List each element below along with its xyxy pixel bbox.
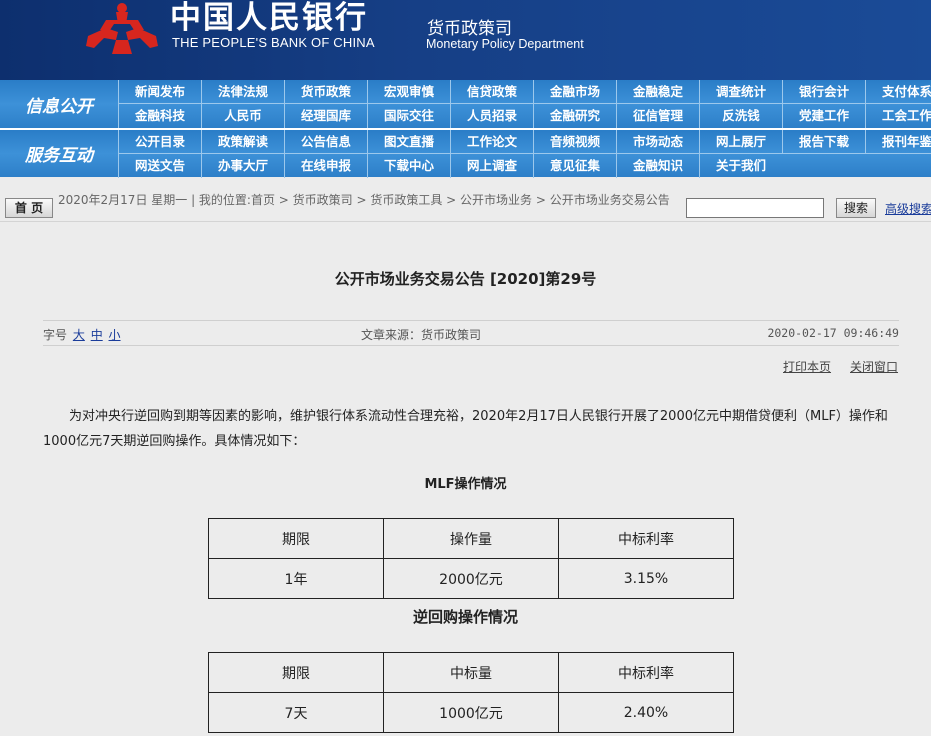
nav-item[interactable]: 调查统计 <box>699 80 782 104</box>
nav-item[interactable]: 公开目录 <box>118 130 201 154</box>
breadcrumb: 2020年2月17日 星期一 | 我的位置:首页 > 货币政策司 > 货币政策工… <box>58 193 670 207</box>
nav-row: 新闻发布 法律法规 货币政策 宏观审慎 信贷政策 金融市场 金融稳定 调查统计 银行会计 支付体系 <box>118 80 931 104</box>
mlf-heading: MLF操作情况 <box>424 477 507 492</box>
nav-item[interactable]: 金融科技 <box>118 104 201 128</box>
pboc-logo-icon[interactable] <box>86 2 158 56</box>
nav-item[interactable]: 网上调查 <box>450 154 533 178</box>
dept-name-en: Monetary Policy Department <box>426 37 584 51</box>
dept-name-cn: 货币政策司 <box>427 19 512 39</box>
nav-item[interactable]: 货币政策 <box>284 80 367 104</box>
main-nav: 信息公开 新闻发布 法律法规 货币政策 宏观审慎 信贷政策 金融市场 金融稳定 调查统计 银行会… <box>0 80 931 178</box>
nav-item[interactable]: 政策解读 <box>201 130 284 154</box>
nav-item[interactable]: 市场动态 <box>616 130 699 154</box>
nav-item[interactable]: 金融市场 <box>533 80 616 104</box>
table-header-cell: 期限 <box>208 518 384 559</box>
nav-item[interactable]: 工作论文 <box>450 130 533 154</box>
nav-item[interactable]: 党建工作 <box>782 104 865 128</box>
article-paragraph: 为对冲央行逆回购到期等因素的影响，维护银行体系流动性合理充裕，2020年2月17… <box>43 409 888 449</box>
nav-item[interactable]: 宏观审慎 <box>367 80 450 104</box>
table-row: 1年 2000亿元 3.15% <box>208 558 734 599</box>
reverse-repo-heading: 逆回购操作情况 <box>412 608 518 626</box>
home-button[interactable]: 首 页 <box>5 198 53 218</box>
nav-item[interactable]: 报刊年鉴 <box>865 130 931 154</box>
nav-item[interactable]: 新闻发布 <box>118 80 201 104</box>
close-window-link[interactable]: 关闭窗口 <box>850 358 898 375</box>
search-input[interactable] <box>686 198 824 218</box>
table-header-row: 期限 操作量 中标利率 <box>208 518 734 559</box>
nav-title-info: 信息公开 <box>25 96 93 117</box>
nav-item[interactable]: 支付体系 <box>865 80 931 104</box>
nav-item[interactable]: 网上展厅 <box>699 130 782 154</box>
nav-item[interactable]: 图文直播 <box>367 130 450 154</box>
table-cell: 3.15% <box>558 558 734 599</box>
table-cell: 2000亿元 <box>383 558 559 599</box>
nav-item[interactable]: 信贷政策 <box>450 80 533 104</box>
nav-item[interactable]: 报告下载 <box>782 130 865 154</box>
advanced-search-link[interactable]: 高级搜索 <box>885 200 931 217</box>
nav-item[interactable]: 人民币 <box>201 104 284 128</box>
nav-item[interactable]: 工会工作 <box>865 104 931 128</box>
bank-name-en: THE PEOPLE'S BANK OF CHINA <box>172 35 375 50</box>
nav-item[interactable]: 反洗钱 <box>699 104 782 128</box>
breadcrumb-bar: 首 页 2020年2月17日 星期一 | 我的位置:首页 > 货币政策司 > 货… <box>0 192 931 222</box>
site-header: 中国人民银行 THE PEOPLE'S BANK OF CHINA 货币政策司 … <box>0 0 931 80</box>
nav-item[interactable]: 金融知识 <box>616 154 699 178</box>
bank-name-cn: 中国人民银行 <box>170 0 368 36</box>
nav-item[interactable]: 下载中心 <box>367 154 450 178</box>
nav-item[interactable]: 国际交往 <box>367 104 450 128</box>
table-header-cell: 操作量 <box>383 518 559 559</box>
nav-item[interactable]: 关于我们 <box>699 154 782 178</box>
publish-date: 2020-02-17 09:46:49 <box>767 326 899 340</box>
nav-item[interactable]: 经理国库 <box>284 104 367 128</box>
nav-row: 网送文告 办事大厅 在线申报 下载中心 网上调查 意见征集 金融知识 关于我们 <box>118 154 782 178</box>
nav-row: 公开目录 政策解读 公告信息 图文直播 工作论文 音频视频 市场动态 网上展厅 报告下载 报刊年鉴 <box>118 130 931 154</box>
table-cell: 2.40% <box>558 692 734 733</box>
table-header-cell: 期限 <box>208 652 384 693</box>
page: 中国人民银行 THE PEOPLE'S BANK OF CHINA 货币政策司 … <box>0 0 931 736</box>
mlf-table: 期限 操作量 中标利率 1年 2000亿元 3.15% <box>208 518 734 599</box>
search-button[interactable]: 搜索 <box>836 198 876 218</box>
table-cell: 1000亿元 <box>383 692 559 733</box>
table-cell: 7天 <box>208 692 384 733</box>
article-source: 文章来源：货币政策司 <box>361 328 482 342</box>
table-row: 7天 1000亿元 2.40% <box>208 692 734 733</box>
table-header-cell: 中标量 <box>383 652 559 693</box>
nav-title-service: 服务互动 <box>25 146 93 166</box>
table-cell: 1年 <box>208 558 384 599</box>
nav-item[interactable]: 法律法规 <box>201 80 284 104</box>
article-meta: 字号 大 中 小 文章来源：货币政策司 2020-02-17 09:46:49 <box>43 320 899 346</box>
nav-item[interactable]: 在线申报 <box>284 154 367 178</box>
nav-block-service: 服务互动 公开目录 政策解读 公告信息 图文直播 工作论文 音频视频 市场动态 网上展厅 报告下… <box>0 130 931 178</box>
font-size-medium-link[interactable]: 中 <box>91 328 103 342</box>
nav-item[interactable]: 银行会计 <box>782 80 865 104</box>
nav-row: 金融科技 人民币 经理国库 国际交往 人员招录 金融研究 征信管理 反洗钱 党建工作 工会工作 <box>118 104 931 128</box>
nav-item[interactable]: 公告信息 <box>284 130 367 154</box>
print-page-link[interactable]: 打印本页 <box>783 358 831 375</box>
font-size-label: 字号 <box>43 328 68 342</box>
font-size-small-link[interactable]: 小 <box>109 328 121 342</box>
table-header-row: 期限 中标量 中标利率 <box>208 652 734 693</box>
table-header-cell: 中标利率 <box>558 518 734 559</box>
nav-item[interactable]: 人员招录 <box>450 104 533 128</box>
font-size-large-link[interactable]: 大 <box>73 328 85 342</box>
font-size-control: 字号 大 中 小 <box>43 326 121 343</box>
nav-item[interactable]: 音频视频 <box>533 130 616 154</box>
page-title: 公开市场业务交易公告 [2020]第29号 <box>334 270 597 288</box>
nav-item[interactable]: 金融研究 <box>533 104 616 128</box>
nav-item[interactable]: 办事大厅 <box>201 154 284 178</box>
nav-item[interactable]: 意见征集 <box>533 154 616 178</box>
table-header-cell: 中标利率 <box>558 652 734 693</box>
nav-item[interactable]: 金融稳定 <box>616 80 699 104</box>
nav-block-info: 信息公开 新闻发布 法律法规 货币政策 宏观审慎 信贷政策 金融市场 金融稳定 调查统计 银行会… <box>0 80 931 128</box>
reverse-repo-table: 期限 中标量 中标利率 7天 1000亿元 2.40% <box>208 652 734 733</box>
nav-item[interactable]: 网送文告 <box>118 154 201 178</box>
nav-item[interactable]: 征信管理 <box>616 104 699 128</box>
